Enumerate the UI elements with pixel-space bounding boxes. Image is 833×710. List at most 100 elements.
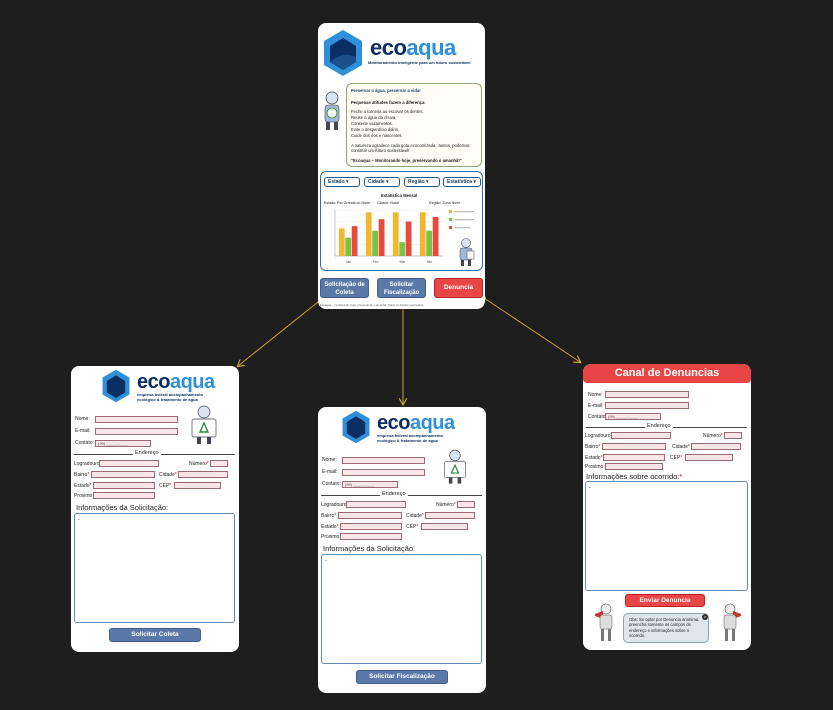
name-label: Nome: bbox=[322, 457, 337, 463]
district-input[interactable] bbox=[338, 512, 402, 519]
district-label: Bairro* bbox=[74, 472, 90, 478]
main-screen: ecoaqua Monitoramento inteligente para u… bbox=[318, 23, 485, 309]
contact-input[interactable]: (99) _____-____ bbox=[605, 413, 661, 420]
tips-subtitle: Pequenas atitudes fazem a diferença: bbox=[351, 100, 426, 105]
logo-wordmark: ecoaqua bbox=[377, 412, 455, 434]
state-input[interactable] bbox=[603, 454, 665, 461]
collect-form-screen: ecoaqua empresa federal acompanhamento e… bbox=[71, 366, 239, 652]
near-input[interactable] bbox=[340, 533, 402, 540]
state-label: Estado* bbox=[585, 455, 603, 461]
tagline: Monitoramento inteligente para um futuro… bbox=[368, 60, 471, 65]
close-notice-icon[interactable]: × bbox=[702, 614, 708, 620]
name-input[interactable] bbox=[342, 457, 425, 464]
street-input[interactable] bbox=[99, 460, 159, 467]
number-label: Número* bbox=[436, 502, 456, 508]
ecoaqua-logo-icon bbox=[102, 369, 130, 403]
near-input[interactable] bbox=[605, 463, 663, 470]
x-tick-label: Abr bbox=[427, 260, 433, 264]
district-label: Bairro* bbox=[585, 444, 601, 450]
contact-input[interactable]: (99) _____-____ bbox=[95, 440, 151, 447]
name-input[interactable] bbox=[605, 391, 689, 398]
report-header: Canal de Denuncias bbox=[583, 364, 751, 383]
address-divider-label: Endereço bbox=[133, 450, 161, 456]
state-input[interactable] bbox=[340, 523, 402, 530]
street-input[interactable] bbox=[611, 432, 671, 439]
state-label: Estado* bbox=[321, 524, 339, 530]
name-input[interactable] bbox=[95, 416, 178, 423]
city-input[interactable] bbox=[178, 471, 228, 478]
mascot-chart-icon bbox=[459, 238, 475, 266]
megaphone-mascot-right-icon bbox=[723, 603, 741, 641]
district-input[interactable] bbox=[602, 443, 666, 450]
city-label: Cidade* bbox=[159, 472, 177, 478]
city-label: Cidade* bbox=[672, 444, 690, 450]
number-label: Número* bbox=[189, 461, 209, 467]
address-divider-label: Endereço bbox=[380, 491, 408, 497]
request-info-textarea[interactable]: - bbox=[74, 513, 235, 623]
tip-item: Cuide dos rios e nascentes. bbox=[351, 133, 403, 138]
request-info-textarea[interactable]: - bbox=[321, 554, 482, 664]
contact-label: Contato: bbox=[75, 440, 94, 446]
collect-request-button[interactable]: Solicitação de Coleta bbox=[320, 278, 369, 298]
email-input[interactable] bbox=[95, 428, 178, 435]
district-label: Bairro* bbox=[321, 513, 337, 519]
tips-paragraph: A natureza agradece cada gota economizad… bbox=[351, 143, 470, 153]
filter-city[interactable]: Cidade ▾ bbox=[364, 177, 400, 187]
mascot-icon bbox=[324, 91, 340, 130]
ecoaqua-logo-icon bbox=[342, 410, 370, 444]
cep-label: CEP* bbox=[406, 524, 419, 530]
occurrence-info-textarea[interactable]: - bbox=[585, 481, 748, 591]
number-label: Número* bbox=[703, 433, 723, 439]
contact-label: Contato: bbox=[322, 481, 341, 487]
chart-subtitle-state: Estado: Rio Grande do Norte bbox=[324, 201, 371, 205]
street-label: Logradouro* bbox=[321, 502, 349, 508]
state-input[interactable] bbox=[93, 482, 155, 489]
filter-statistic[interactable]: Estatística ▾ bbox=[443, 177, 481, 187]
anonymous-report-notice: Obs: Se optar por Denuncia anonima, pree… bbox=[623, 613, 709, 643]
near-input[interactable] bbox=[93, 492, 155, 499]
cep-input[interactable] bbox=[174, 482, 221, 489]
bar bbox=[378, 219, 385, 256]
inspection-request-button[interactable]: Solicitar Fiscalização bbox=[377, 278, 426, 298]
ecoaqua-logo-icon bbox=[324, 30, 362, 76]
x-tick-label: Mar bbox=[399, 260, 406, 264]
number-input[interactable] bbox=[724, 432, 742, 439]
cep-input[interactable] bbox=[685, 454, 733, 461]
bar bbox=[365, 212, 372, 256]
tip-item: Evite o desperdício diário. bbox=[351, 127, 400, 132]
tips-footer: "Ecoaqua – Monitorando hoje, preservando… bbox=[351, 158, 462, 163]
bar bbox=[419, 212, 426, 256]
state-label: Estado* bbox=[74, 483, 92, 489]
tips-title: Preservar a água, preservar a vida! bbox=[351, 88, 421, 93]
email-input[interactable] bbox=[342, 469, 425, 476]
contact-input[interactable]: (99) _____-____ bbox=[342, 481, 398, 488]
filter-state[interactable]: Estado ▾ bbox=[324, 177, 360, 187]
city-input[interactable] bbox=[691, 443, 741, 450]
city-input[interactable] bbox=[425, 512, 475, 519]
number-input[interactable] bbox=[210, 460, 228, 467]
request-info-label: Informações da Solicitação: bbox=[76, 503, 169, 512]
street-label: Logradouro* bbox=[585, 433, 613, 439]
logo-subtitle: empresa federal acompanhamento ecológico… bbox=[377, 433, 444, 443]
name-label: Nome: bbox=[75, 416, 90, 422]
logo-wordmark: ecoaqua bbox=[370, 35, 456, 60]
filter-region[interactable]: Região ▾ bbox=[404, 177, 440, 187]
email-label: E-mail: bbox=[322, 469, 338, 475]
tip-item: Conserte vazamentos. bbox=[351, 121, 393, 126]
request-inspection-button[interactable]: Solicitar Fiscalização bbox=[356, 670, 448, 684]
monthly-bar-chart: Jan Fev Mar Abr bbox=[334, 209, 443, 264]
number-input[interactable] bbox=[457, 501, 475, 508]
street-label: Logradouro* bbox=[74, 461, 102, 467]
district-input[interactable] bbox=[91, 471, 155, 478]
request-collect-button[interactable]: Solicitar Coleta bbox=[109, 628, 201, 642]
tip-item: Reuse a água da chuva. bbox=[351, 115, 397, 120]
bar bbox=[405, 221, 412, 256]
email-input[interactable] bbox=[605, 402, 689, 409]
report-button[interactable]: Denuncia bbox=[434, 278, 483, 298]
tips-panel: Preservar a água, preservar a vida! Pequ… bbox=[346, 83, 482, 167]
email-label: E-mail: bbox=[588, 403, 604, 409]
street-input[interactable] bbox=[346, 501, 406, 508]
report-form-screen: Canal de Denuncias Nome: E-mail: Contato… bbox=[583, 364, 751, 650]
send-report-button[interactable]: Enviar Denuncia bbox=[625, 594, 705, 607]
cep-input[interactable] bbox=[421, 523, 468, 530]
